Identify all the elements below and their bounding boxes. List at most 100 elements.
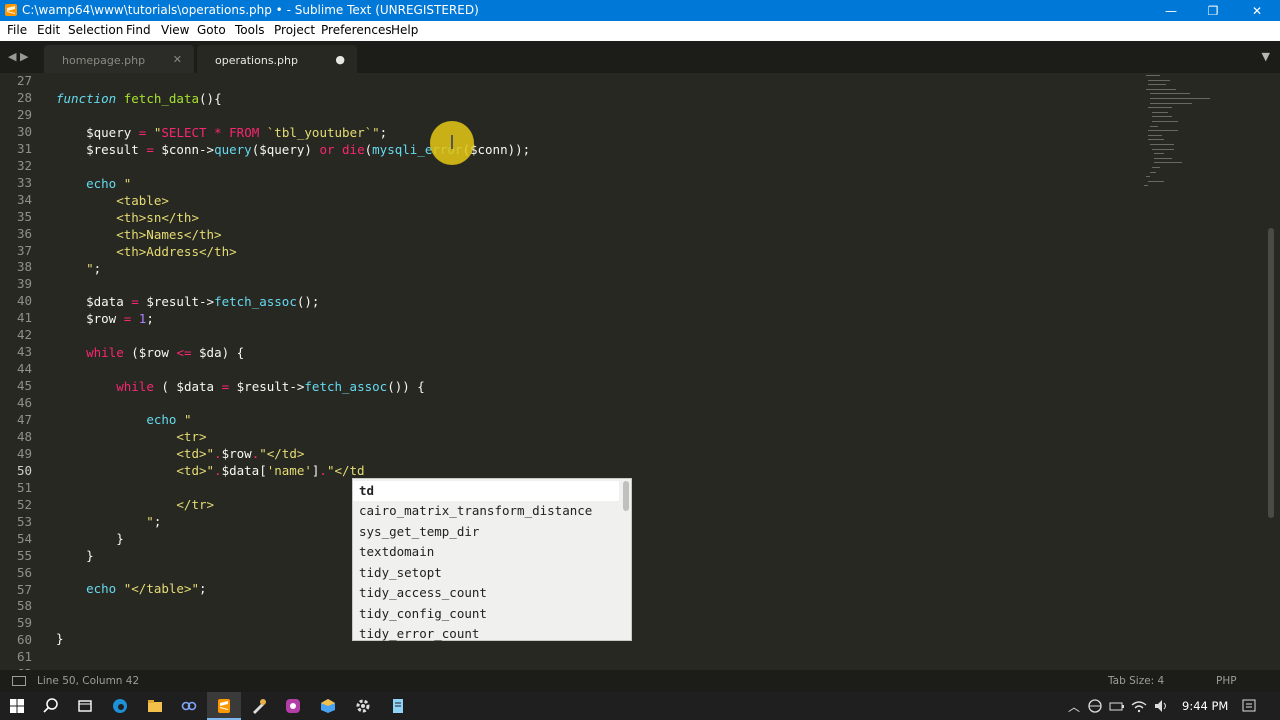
tools-app-icon[interactable] bbox=[250, 697, 268, 715]
menu-tools[interactable]: Tools bbox=[235, 23, 265, 37]
link-app-icon[interactable] bbox=[180, 697, 198, 715]
line-number: 42 bbox=[16, 327, 32, 343]
autocomplete-popup[interactable]: td cairo_matrix_transform_distance sys_g… bbox=[352, 478, 632, 641]
close-tab-icon[interactable]: ✕ bbox=[173, 53, 182, 66]
volume-icon[interactable] bbox=[1152, 697, 1170, 715]
autocomplete-item[interactable]: textdomain bbox=[359, 542, 434, 562]
menu-edit[interactable]: Edit bbox=[37, 23, 60, 37]
code-line-28: function fetch_data(){ bbox=[56, 91, 222, 106]
line-number: 46 bbox=[16, 395, 32, 411]
network-icon[interactable] bbox=[1086, 697, 1104, 715]
edge-browser-icon[interactable] bbox=[111, 697, 129, 715]
menu-goto[interactable]: Goto bbox=[197, 23, 226, 37]
line-number-gutter: 27 28 29 30 31 32 33 34 35 36 37 38 39 40 41 42 43 44 45 46… bbox=[0, 73, 42, 681]
line-number: 45 bbox=[16, 378, 32, 394]
code-line-35: <th>sn</th> bbox=[56, 210, 199, 225]
taskbar-clock[interactable]: 9:44 PM bbox=[1182, 699, 1228, 713]
line-number: 54 bbox=[16, 530, 32, 546]
code-line-52: </tr> bbox=[56, 497, 215, 512]
media-app-icon[interactable] bbox=[284, 697, 302, 715]
cursor-position: Line 50, Column 42 bbox=[37, 675, 140, 687]
autocomplete-item[interactable]: cairo_matrix_transform_distance bbox=[359, 501, 592, 521]
autocomplete-item[interactable]: tidy_config_count bbox=[359, 604, 487, 624]
line-number: 32 bbox=[16, 157, 32, 173]
notification-center-icon[interactable] bbox=[1240, 697, 1258, 715]
tab-nav-arrows[interactable]: ◀ ▶ bbox=[8, 50, 28, 63]
menu-selection[interactable]: Selection bbox=[68, 23, 123, 37]
tab-operations[interactable]: operations.php ● bbox=[197, 45, 357, 73]
line-number: 60 bbox=[16, 632, 32, 648]
autocomplete-item[interactable]: tidy_setopt bbox=[359, 563, 442, 583]
menu-project[interactable]: Project bbox=[274, 23, 315, 37]
tab-size-selector[interactable]: Tab Size: 4 bbox=[1108, 675, 1164, 687]
code-line-47: echo " bbox=[146, 412, 192, 427]
autocomplete-scrollbar[interactable] bbox=[623, 481, 629, 511]
minimap-line bbox=[1146, 88, 1176, 90]
vertical-scrollbar[interactable] bbox=[1268, 228, 1274, 518]
menu-help[interactable]: Help bbox=[391, 23, 418, 37]
autocomplete-item[interactable]: tidy_error_count bbox=[359, 624, 479, 644]
minimap-line bbox=[1152, 167, 1160, 168]
task-view-icon[interactable] bbox=[76, 697, 94, 715]
line-number: 59 bbox=[16, 615, 32, 631]
file-explorer-icon[interactable] bbox=[146, 697, 164, 715]
line-number: 61 bbox=[16, 649, 32, 665]
tray-chevron-up-icon[interactable]: ︿ bbox=[1068, 698, 1080, 715]
line-number: 28 bbox=[16, 89, 32, 105]
minimap-line bbox=[1148, 180, 1164, 182]
line-number: 48 bbox=[16, 428, 32, 444]
menu-view[interactable]: View bbox=[161, 23, 189, 37]
minimap-line bbox=[1150, 144, 1174, 145]
minimap-line bbox=[1150, 98, 1210, 99]
code-line-43: while ($row <= $da) { bbox=[86, 345, 245, 360]
code-line-50: <td>".$data['name']."</td bbox=[56, 463, 365, 478]
code-line-45: while ( $data = $result->fetch_assoc()) … bbox=[116, 379, 425, 394]
line-number: 39 bbox=[16, 276, 32, 292]
windows-taskbar: ︿ 9:44 PM bbox=[0, 692, 1280, 720]
search-icon[interactable] bbox=[42, 697, 60, 715]
autocomplete-item[interactable]: sys_get_temp_dir bbox=[359, 522, 479, 542]
code-line-57: echo "</table>"; bbox=[86, 581, 207, 596]
panel-toggle-icon[interactable] bbox=[12, 676, 26, 686]
minimap-line bbox=[1150, 125, 1158, 127]
menu-file[interactable]: File bbox=[7, 23, 27, 37]
minimap-line bbox=[1146, 75, 1160, 76]
minimap-line bbox=[1148, 107, 1172, 109]
unsaved-dot-icon[interactable]: ● bbox=[335, 53, 345, 66]
tab-dropdown-icon[interactable]: ▼ bbox=[1262, 50, 1270, 63]
line-number: 58 bbox=[16, 598, 32, 614]
autocomplete-item[interactable]: tidy_access_count bbox=[359, 583, 487, 603]
close-window-button[interactable]: ✕ bbox=[1234, 0, 1280, 21]
windows-start-icon[interactable] bbox=[8, 697, 26, 715]
syntax-selector[interactable]: PHP bbox=[1216, 675, 1237, 687]
line-number: 51 bbox=[16, 479, 32, 495]
tab-homepage[interactable]: homepage.php ✕ bbox=[44, 45, 194, 73]
line-number: 36 bbox=[16, 225, 32, 241]
notepad-icon[interactable] bbox=[389, 697, 407, 715]
minimap-line bbox=[1148, 130, 1178, 132]
autocomplete-item[interactable]: td bbox=[353, 481, 619, 501]
settings-gear-icon[interactable] bbox=[354, 697, 372, 715]
line-number: 30 bbox=[16, 123, 32, 139]
restore-button[interactable]: ❐ bbox=[1190, 0, 1236, 21]
minimize-button[interactable]: — bbox=[1148, 0, 1194, 21]
minimap-line bbox=[1154, 157, 1172, 159]
line-number: 52 bbox=[16, 496, 32, 512]
minimap-line bbox=[1154, 162, 1182, 164]
package-app-icon[interactable] bbox=[319, 697, 337, 715]
line-number: 40 bbox=[16, 293, 32, 309]
minimap[interactable] bbox=[1140, 73, 1240, 203]
sublime-text-taskbar-icon[interactable] bbox=[215, 697, 233, 715]
minimap-line bbox=[1150, 171, 1156, 173]
menu-find[interactable]: Find bbox=[126, 23, 151, 37]
line-number: 55 bbox=[16, 547, 32, 563]
code-editor[interactable]: 27 28 29 30 31 32 33 34 35 36 37 38 39 40 41 42 43 44 45 46… bbox=[0, 73, 1280, 681]
menu-preferences[interactable]: Preferences bbox=[321, 23, 392, 37]
code-line-54: } bbox=[56, 531, 124, 546]
wifi-icon[interactable] bbox=[1130, 697, 1148, 715]
line-number: 50 bbox=[16, 462, 32, 478]
code-line-34: <table> bbox=[56, 193, 169, 208]
minimap-line bbox=[1146, 176, 1150, 178]
battery-icon[interactable] bbox=[1108, 697, 1126, 715]
tab-label: operations.php bbox=[215, 54, 298, 67]
